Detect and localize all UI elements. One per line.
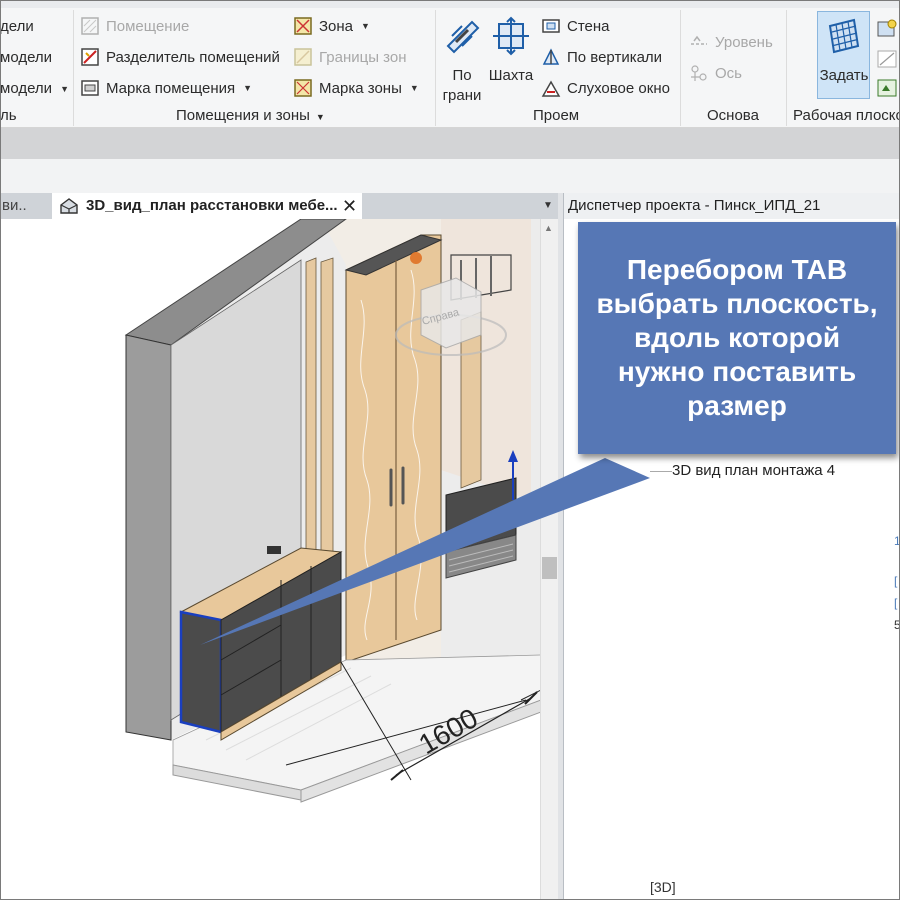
side-wall — [125, 334, 172, 741]
area-button[interactable]: Зона ▼ — [293, 16, 370, 36]
properties-strip — [0, 159, 900, 193]
dropdown-arrow-icon[interactable]: ▼ — [410, 83, 419, 93]
workplane-grid-icon — [828, 18, 860, 54]
dropdown-arrow-icon[interactable]: ▼ — [361, 21, 370, 31]
project-browser-title: Диспетчер проекта - Пинск_ИПД_21 — [564, 193, 900, 219]
cabinet-selected-face[interactable] — [179, 610, 223, 734]
ribbon-title-strip — [0, 0, 900, 8]
ribbon: дели модели модели ▼ ль Помещение Раздели… — [0, 0, 900, 128]
3d-view-house-icon — [60, 198, 78, 214]
panel-separator — [680, 10, 681, 126]
model-item-2[interactable]: модели — [0, 49, 52, 66]
room-separator-icon — [81, 48, 99, 66]
model-item-3[interactable]: модели ▼ — [0, 80, 69, 97]
shaft-button[interactable]: Шахта — [488, 16, 534, 86]
browser-cut-marker: 1 — [894, 534, 900, 548]
grid-icon — [691, 65, 707, 81]
shaft-icon — [493, 16, 529, 56]
browser-view-item[interactable]: 3D вид план монтажа 4 — [650, 462, 835, 479]
room-button[interactable]: Помещение — [80, 16, 189, 36]
by-face-button[interactable]: По грани — [440, 16, 484, 106]
panel-separator — [73, 10, 74, 126]
ref-plane-icon[interactable] — [876, 48, 898, 70]
vertical-opening-button[interactable]: По вертикали — [541, 47, 662, 67]
viewer-icon[interactable] — [876, 77, 898, 99]
tab-inactive-view[interactable]: ви.. — [0, 193, 50, 219]
panel-separator — [435, 10, 436, 126]
3d-model-drawing[interactable]: Справа 1600 — [1, 219, 540, 900]
close-tab-icon[interactable]: ✕ — [342, 193, 357, 219]
area-tag-button[interactable]: Марка зоны ▼ — [293, 78, 419, 98]
dormer-opening-button[interactable]: Слуховое окно — [541, 78, 670, 98]
panel-expand-icon[interactable]: ▼ — [316, 112, 325, 122]
wall-opening-icon — [542, 19, 560, 33]
room-tag-button[interactable]: Марка помещения ▼ — [80, 78, 252, 98]
room-separator-button[interactable]: Разделитель помещений — [80, 47, 280, 67]
area-icon — [294, 17, 312, 35]
browser-cut-marker: [ — [894, 596, 898, 610]
opening-by-face-icon — [446, 20, 480, 54]
niche-wall — [441, 219, 531, 500]
grid-button[interactable]: Ось — [689, 63, 742, 83]
level-button[interactable]: Уровень — [689, 32, 773, 52]
browser-bottom-item[interactable]: [3D] — [650, 879, 676, 895]
model-item-1[interactable]: дели — [0, 18, 34, 35]
wall-opening-button[interactable]: Стена — [541, 16, 610, 36]
dropdown-arrow-icon[interactable]: ▼ — [243, 83, 252, 93]
scroll-up-icon[interactable]: ▲ — [544, 223, 553, 233]
callout-text: Перебором TAB выбрать плоскость, вдоль к… — [596, 254, 878, 421]
dormer-icon — [541, 80, 561, 97]
tree-line — [650, 470, 672, 472]
opening-panel-title: Проем — [533, 107, 580, 124]
room-icon — [81, 17, 99, 35]
set-workplane-button[interactable]: Задать — [818, 16, 870, 86]
area-tag-icon — [294, 79, 312, 97]
panel-separator — [786, 10, 787, 126]
datum-panel-title: Основа — [707, 107, 759, 124]
level-icon — [691, 35, 707, 45]
options-bar — [0, 128, 900, 159]
3d-viewport[interactable]: Справа 1600 — [0, 219, 540, 900]
viewport-vertical-scrollbar[interactable]: ▲ — [540, 219, 558, 900]
browser-cut-marker: 5 — [894, 618, 900, 632]
view-tab-strip: ви.. 3D_вид_план расстановки мебе... ✕ ▼ — [0, 193, 562, 219]
model-panel-title: ль — [0, 107, 17, 124]
socket — [267, 546, 281, 554]
area-boundary-button[interactable]: Границы зон — [293, 47, 407, 67]
show-workplane-icon[interactable] — [876, 18, 898, 40]
instruction-callout: Перебором TAB выбрать плоскость, вдоль к… — [578, 222, 896, 454]
tab-3d-view-active[interactable]: 3D_вид_план расстановки мебе... — [52, 193, 362, 219]
dropdown-arrow-icon[interactable]: ▼ — [60, 84, 69, 94]
wardrobe-light — [410, 252, 422, 264]
rooms-panel-title[interactable]: Помещения и зоны ▼ — [176, 107, 325, 124]
tab-list-dropdown-icon[interactable]: ▼ — [543, 193, 553, 219]
vertical-opening-icon — [542, 48, 560, 65]
workplane-panel-title: Рабочая плоскос — [793, 107, 900, 124]
browser-cut-marker: [ — [894, 574, 898, 588]
room-tag-icon — [81, 80, 99, 96]
scroll-thumb[interactable] — [542, 557, 557, 579]
area-boundary-icon — [294, 48, 312, 66]
